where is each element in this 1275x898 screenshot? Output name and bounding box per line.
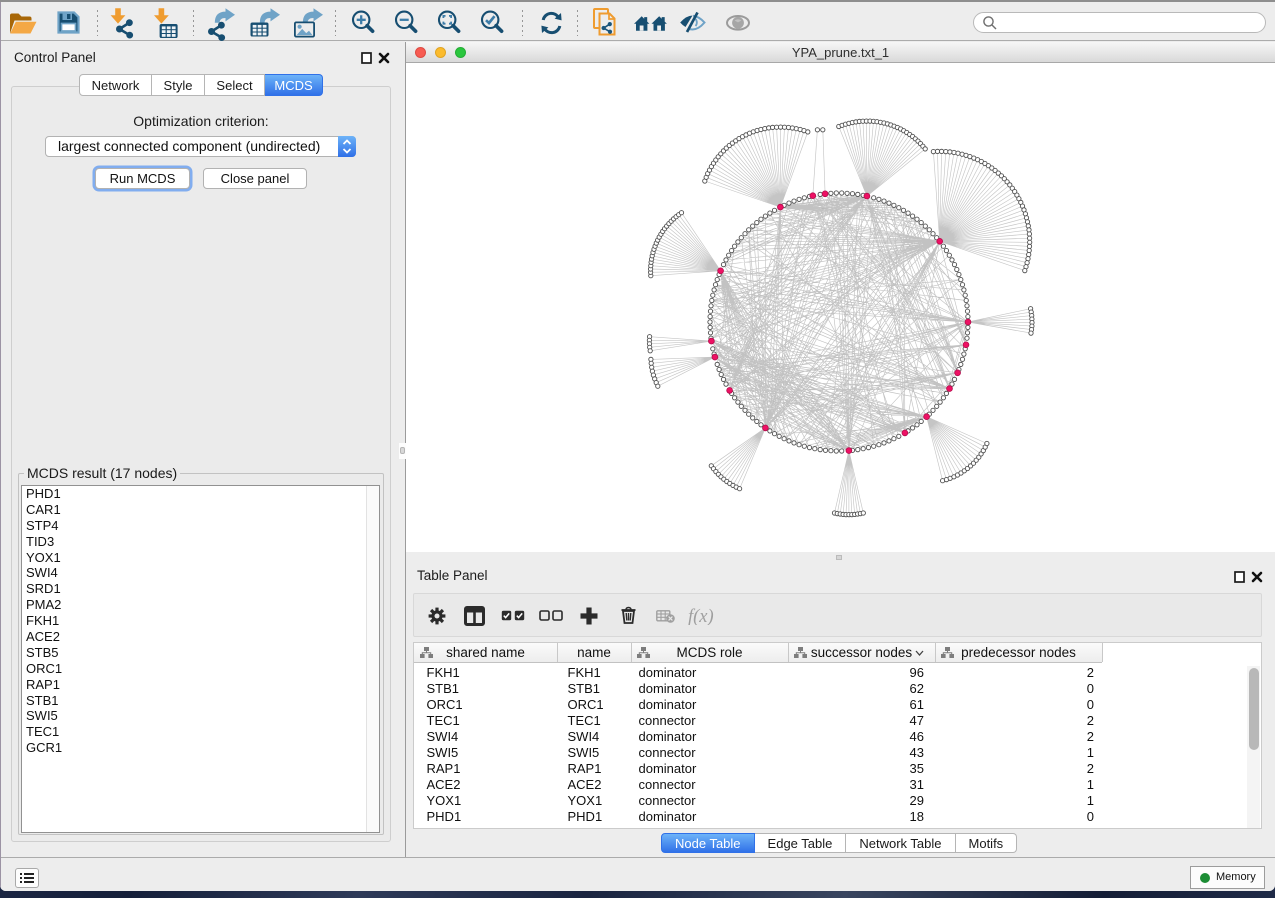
svg-text:f(x): f(x) (688, 607, 714, 625)
